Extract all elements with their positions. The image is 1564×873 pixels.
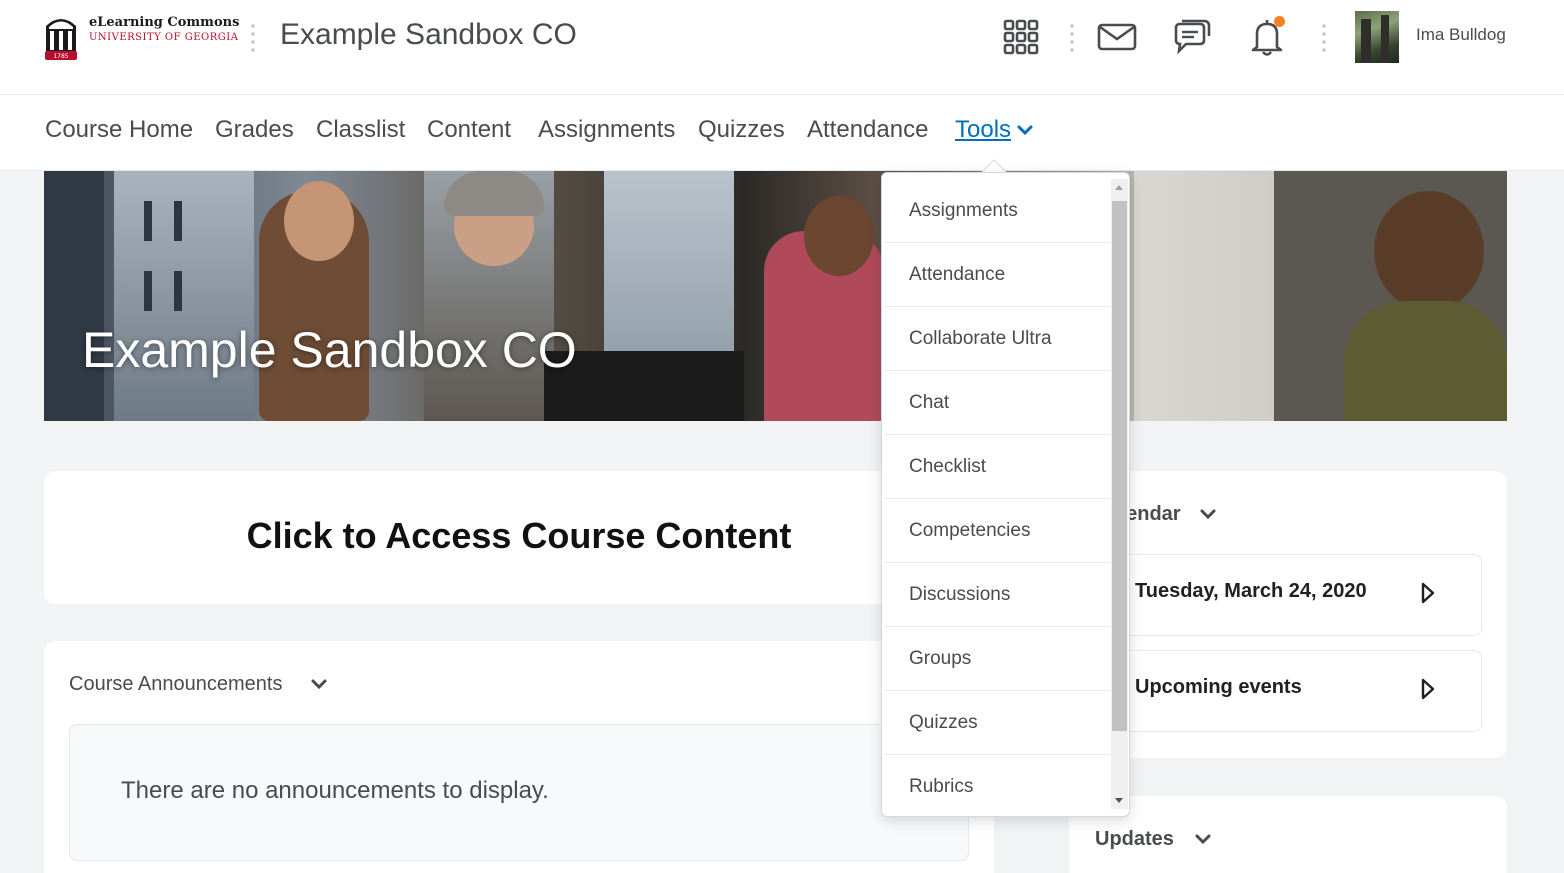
announcements-empty-box: There are no announcements to display. — [69, 724, 969, 861]
menu-item-quizzes[interactable]: Quizzes — [885, 691, 1110, 755]
nav-quizzes[interactable]: Quizzes — [698, 116, 785, 144]
menu-item-checklist[interactable]: Checklist — [885, 435, 1110, 499]
menu-item-attendance[interactable]: Attendance — [885, 243, 1110, 307]
scroll-down-arrow-icon[interactable] — [1115, 798, 1123, 803]
top-header: 1785 eLearning Commons UNIVERSITY OF GEO… — [0, 0, 1564, 95]
nav-tools[interactable]: Tools — [955, 116, 1011, 144]
chat-icon[interactable] — [1172, 17, 1212, 57]
nav-assignments[interactable]: Assignments — [538, 116, 675, 144]
nav-attendance[interactable]: Attendance — [807, 116, 928, 144]
uga-elc-logo[interactable]: 1785 eLearning Commons UNIVERSITY OF GEO… — [44, 12, 239, 62]
menu-item-collaborate-ultra[interactable]: Collaborate Ultra — [885, 307, 1110, 371]
access-content-card[interactable]: Click to Access Course Content — [44, 471, 994, 604]
nav-content[interactable]: Content — [427, 116, 511, 144]
updates-widget: Updates — [1069, 796, 1507, 873]
tools-menu-list: Assignments Attendance Collaborate Ultra… — [885, 179, 1110, 816]
chevron-down-icon[interactable] — [1198, 507, 1218, 523]
menu-item-discussions[interactable]: Discussions — [885, 563, 1110, 627]
chevron-down-icon[interactable] — [1016, 124, 1034, 138]
calendar-date-row[interactable]: Tuesday, March 24, 2020 — [1094, 554, 1482, 636]
upcoming-events-label: Upcoming events — [1135, 676, 1302, 698]
course-title[interactable]: Example Sandbox CO — [280, 18, 577, 52]
menu-item-assignments[interactable]: Assignments — [885, 179, 1110, 243]
announcements-title: Course Announcements — [69, 673, 283, 695]
nav-classlist[interactable]: Classlist — [316, 116, 405, 144]
play-arrow-icon[interactable] — [1420, 677, 1436, 701]
announcements-empty-text: There are no announcements to display. — [121, 777, 549, 804]
header-divider — [1070, 22, 1074, 54]
chevron-down-icon[interactable] — [309, 677, 329, 693]
menu-item-groups[interactable]: Groups — [885, 627, 1110, 691]
svg-text:1785: 1785 — [53, 53, 68, 60]
mail-icon[interactable] — [1097, 17, 1137, 57]
banner-title: Example Sandbox CO — [82, 322, 577, 378]
course-navbar: Course Home Grades Classlist Content Ass… — [0, 95, 1564, 171]
calendar-widget: Calendar Tuesday, March 24, 2020 Upcomin… — [1069, 471, 1507, 758]
nav-grades[interactable]: Grades — [215, 116, 294, 144]
user-name[interactable]: Ima Bulldog — [1416, 25, 1506, 45]
logo-title: eLearning Commons — [89, 15, 240, 30]
updates-title: Updates — [1095, 828, 1174, 850]
header-divider — [1322, 22, 1326, 54]
course-banner: Example Sandbox CO — [44, 171, 1507, 421]
waffle-icon[interactable] — [1001, 17, 1041, 57]
avatar[interactable] — [1355, 11, 1399, 63]
menu-scrollbar[interactable] — [1111, 179, 1128, 809]
uga-arch-icon: 1785 — [45, 19, 77, 60]
play-arrow-icon[interactable] — [1420, 581, 1436, 605]
calendar-date: Tuesday, March 24, 2020 — [1135, 580, 1367, 602]
logo-subtitle: UNIVERSITY OF GEORGIA — [89, 32, 239, 43]
tools-dropdown-menu: Assignments Attendance Collaborate Ultra… — [881, 172, 1130, 817]
menu-item-rubrics[interactable]: Rubrics — [885, 755, 1110, 816]
chevron-down-icon[interactable] — [1193, 832, 1213, 848]
notification-dot — [1274, 16, 1285, 27]
menu-item-competencies[interactable]: Competencies — [885, 499, 1110, 563]
announcements-widget: Course Announcements There are no announ… — [44, 641, 994, 873]
scrollbar-thumb[interactable] — [1112, 201, 1127, 731]
upcoming-events-row[interactable]: Upcoming events — [1094, 650, 1482, 732]
menu-item-chat[interactable]: Chat — [885, 371, 1110, 435]
header-divider — [251, 22, 255, 54]
scroll-up-arrow-icon[interactable] — [1115, 185, 1123, 190]
access-content-link[interactable]: Click to Access Course Content — [44, 515, 994, 557]
bell-icon[interactable] — [1247, 16, 1287, 57]
nav-course-home[interactable]: Course Home — [45, 116, 193, 144]
